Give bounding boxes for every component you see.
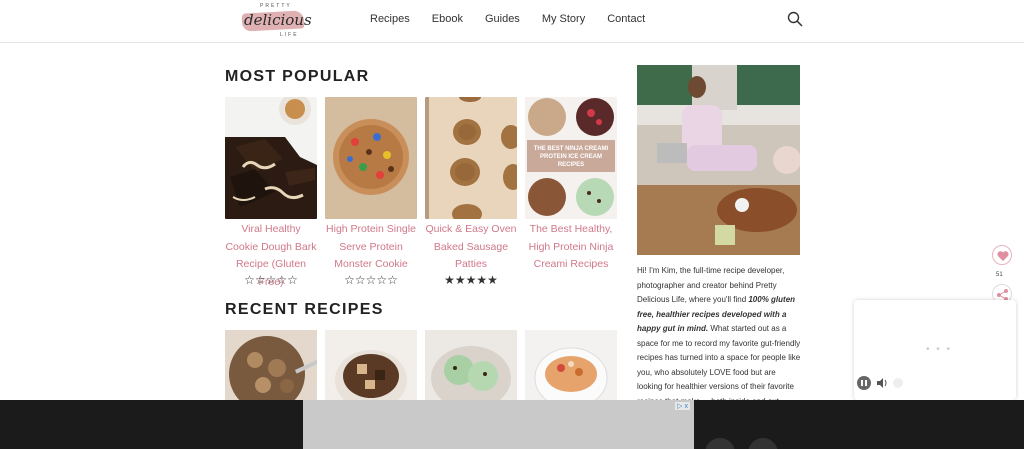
recent-recipe-image[interactable] [525,330,617,402]
recipe-image-ninja-creami[interactable]: THE BEST NINJA CREAMI PROTEIN ICE CREAM … [525,97,617,219]
most-popular-heading: MOST POPULAR [225,68,370,85]
nav-recipes[interactable]: Recipes [370,12,410,26]
recent-recipes-heading: RECENT RECIPES [225,301,384,318]
nav-contact[interactable]: Contact [607,12,645,26]
author-bio: Hi! I'm Kim, the full-time recipe develo… [637,264,802,409]
recipe-card[interactable]: Quick & Easy Oven Baked Sausage Patties [425,97,517,274]
recent-recipe-image[interactable] [425,330,517,402]
video-logo-icon[interactable] [857,376,871,390]
ad-creative[interactable]: ▷ x [303,400,694,449]
heart-icon [997,251,1009,261]
nav-ebook[interactable]: Ebook [432,12,463,26]
logo-top-text: PRETTY [260,3,292,9]
star-rating[interactable]: ☆☆☆☆☆ [325,273,417,287]
loading-dots-icon: • • • [926,344,953,355]
volume-slider[interactable] [893,378,903,388]
ad-banner: ▷ x [0,400,1024,449]
site-logo[interactable]: PRETTY delicious LIFE [240,2,312,40]
author-photo [637,65,800,255]
nav-guides[interactable]: Guides [485,12,520,26]
adchoices-icon[interactable]: ▷ x [675,402,690,410]
recipe-card[interactable]: THE BEST NINJA CREAMI PROTEIN ICE CREAM … [525,97,617,274]
bio-text-continued: What started out as a space for me to re… [637,324,801,406]
recipe-title[interactable]: Quick & Easy Oven Baked Sausage Patties [425,221,517,274]
site-header: PRETTY delicious LIFE Recipes Ebook Guid… [0,0,1024,43]
logo-bottom-text: LIFE [280,32,299,38]
recipe-title[interactable]: High Protein Single Serve Protein Monste… [325,221,417,274]
star-rating[interactable]: ☆☆☆☆☆ [225,273,317,287]
share-count: 51 [996,272,1003,278]
search-icon[interactable] [787,11,803,27]
favorite-heart-button[interactable] [992,245,1012,265]
recipe-card[interactable]: Viral Healthy Cookie Dough Bark Recipe (… [225,97,317,291]
ad-brand-icon: Mv [705,17,716,27]
nav-my-story[interactable]: My Story [542,12,585,26]
recipe-image-monster-cookie[interactable] [325,97,417,219]
video-controls [857,376,903,390]
recipe-card[interactable]: High Protein Single Serve Protein Monste… [325,97,417,274]
recent-recipe-image[interactable] [325,330,417,402]
logo-script-text: delicious [244,11,312,29]
volume-icon[interactable] [875,376,889,390]
star-rating[interactable]: ★★★★★ [425,273,517,287]
recipe-title[interactable]: The Best Healthy, High Protein Ninja Cre… [525,221,617,274]
recent-recipe-image[interactable] [225,330,317,402]
card-image-overlay-text: THE BEST NINJA CREAMI PROTEIN ICE CREAM … [533,146,609,168]
main-nav: Recipes Ebook Guides My Story Contact [370,12,667,26]
video-player[interactable]: • • • [854,300,1016,400]
recipe-image-cookie-dough-bark[interactable] [225,97,317,219]
recipe-image-sausage-patties[interactable] [425,97,517,219]
